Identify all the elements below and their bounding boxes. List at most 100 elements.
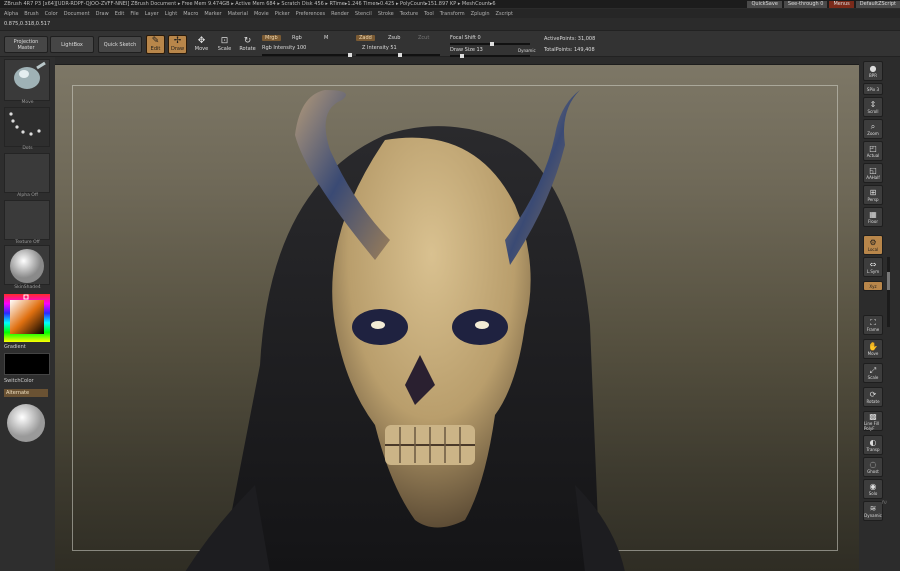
alpha-picker[interactable] — [4, 153, 50, 193]
zadd-toggle[interactable]: Zadd — [356, 34, 375, 42]
scale-view-button[interactable]: ⤢ Scale — [863, 363, 883, 383]
lightbox-button[interactable]: LightBox — [50, 36, 94, 53]
dynamic-toggle[interactable]: Dynamic — [518, 46, 536, 54]
mrgb-toggle[interactable]: Mrgb — [262, 34, 281, 42]
main-color-swatch[interactable] — [4, 353, 50, 375]
scroll-icon: ⇕ — [869, 100, 877, 109]
frame-button[interactable]: ⛶ Frame — [863, 315, 883, 335]
menus-button[interactable]: Menus — [829, 0, 854, 8]
default-zscript-button[interactable]: DefaultZScript — [855, 0, 900, 8]
edit-label: Edit — [150, 46, 161, 52]
menu-zscript[interactable]: Zscript — [496, 11, 513, 17]
total-points: TotalPoints: 149,408 — [544, 47, 595, 53]
draw-size-track[interactable] — [450, 54, 530, 58]
actual-button[interactable]: ◰ Actual — [863, 141, 883, 161]
zsub-toggle[interactable]: Zsub — [388, 34, 400, 42]
rotate-button[interactable]: ↻ Rotate — [238, 35, 257, 54]
draw-size-thumb[interactable] — [460, 54, 464, 58]
menu-picker[interactable]: Picker — [275, 11, 290, 17]
rgb-intensity-track[interactable] — [262, 53, 352, 57]
z-intensity-thumb[interactable] — [398, 53, 402, 57]
bpr-button[interactable]: ● BPR — [863, 61, 883, 81]
gradient-label[interactable]: Gradient — [4, 344, 26, 350]
local-button[interactable]: ⚙ Local — [863, 235, 883, 255]
transp-label: Transp — [866, 447, 880, 452]
quicksave-button[interactable]: QuickSave — [747, 0, 782, 8]
brush-picker[interactable] — [4, 59, 50, 101]
draw-button[interactable]: ✢ Draw — [168, 35, 187, 54]
menu-render[interactable]: Render — [331, 11, 349, 17]
menu-tool[interactable]: Tool — [424, 11, 434, 17]
menu-macro[interactable]: Macro — [183, 11, 198, 17]
menu-transform[interactable]: Transform — [440, 11, 465, 17]
alternate-button[interactable]: Alternate — [4, 389, 48, 397]
menu-movie[interactable]: Movie — [254, 11, 269, 17]
sculpt-model[interactable] — [55, 65, 859, 571]
m-toggle[interactable]: M — [324, 34, 328, 42]
zoom-button[interactable]: ⌕ Zoom — [863, 119, 883, 139]
focal-shift-slider[interactable]: Focal Shift 0 — [450, 34, 481, 42]
menu-color[interactable]: Color — [45, 11, 58, 17]
rotate-view-button[interactable]: ⟳ Rotate — [863, 387, 883, 407]
projection-master-button[interactable]: Projection Master — [4, 36, 48, 53]
material-picker[interactable] — [4, 245, 50, 285]
dynamic-icon: ≋ — [869, 504, 877, 513]
see-through-slider[interactable]: See-through 0 — [783, 0, 828, 8]
dots-stroke-icon — [9, 112, 41, 136]
menu-light[interactable]: Light — [165, 11, 177, 17]
solo-button[interactable]: ◉ Solo — [863, 479, 883, 499]
quick-sketch-button[interactable]: Quick Sketch — [98, 36, 142, 53]
menu-preferences[interactable]: Preferences — [296, 11, 325, 17]
menu-edit[interactable]: Edit — [115, 11, 125, 17]
menu-texture[interactable]: Texture — [400, 11, 418, 17]
stroke-picker[interactable] — [4, 107, 50, 147]
lsym-button[interactable]: ⇔ L.Sym — [863, 257, 883, 277]
menu-document[interactable]: Document — [64, 11, 90, 17]
spix-slider[interactable]: SPix 3 — [863, 83, 883, 95]
menu-marker[interactable]: Marker — [204, 11, 221, 17]
transp-button[interactable]: ◐ Transp — [863, 435, 883, 455]
menu-file[interactable]: File — [130, 11, 138, 17]
right-eye — [475, 321, 489, 329]
texture-picker[interactable] — [4, 200, 50, 240]
focal-shift-track[interactable] — [450, 42, 530, 46]
menu-layer[interactable]: Layer — [145, 11, 159, 17]
move-button[interactable]: ✥ Move — [192, 35, 211, 54]
menu-alpha[interactable]: Alpha — [4, 11, 18, 17]
menu-draw[interactable]: Draw — [96, 11, 109, 17]
scale-label: Scale — [217, 46, 232, 52]
draw-size-slider[interactable]: Draw Size 13 — [450, 46, 483, 54]
ghost-button[interactable]: ◌ Ghost — [863, 457, 883, 477]
menu-stencil[interactable]: Stencil — [355, 11, 372, 17]
scale-button[interactable]: ⊡ Scale — [215, 35, 234, 54]
scroll-button[interactable]: ⇕ Scroll — [863, 97, 883, 117]
persp-icon: ⊞ — [869, 188, 877, 197]
xyz-button[interactable]: Xyz — [863, 281, 883, 291]
menu-stroke[interactable]: Stroke — [378, 11, 394, 17]
right-shelf-scrollbar[interactable] — [887, 257, 890, 327]
rgb-toggle[interactable]: Rgb — [292, 34, 302, 42]
rgb-intensity-thumb[interactable] — [348, 53, 352, 57]
zcut-toggle[interactable]: Zcut — [418, 34, 429, 42]
edit-button[interactable]: ✎ Edit — [146, 35, 165, 54]
move-view-button[interactable]: ✋ Move — [863, 339, 883, 359]
bpr-icon: ● — [869, 64, 877, 73]
switchcolor-button[interactable]: SwitchColor — [4, 378, 34, 384]
floor-button[interactable]: ▦ Floor — [863, 207, 883, 227]
focal-shift-thumb[interactable] — [490, 42, 494, 46]
secondary-material-preview[interactable] — [4, 402, 50, 444]
scale-icon: ⊡ — [220, 36, 229, 46]
menu-zplugin[interactable]: Zplugin — [471, 11, 490, 17]
aahalf-button[interactable]: ◱ AAHalf — [863, 163, 883, 183]
menu-material[interactable]: Material — [228, 11, 248, 17]
rgb-intensity-slider[interactable]: Rgb Intensity 100 — [262, 44, 306, 52]
polyf-button[interactable]: ▩ Line Fill PolyF — [863, 411, 883, 431]
color-picker[interactable] — [4, 294, 50, 342]
z-intensity-slider[interactable]: Z Intensity 51 — [362, 44, 397, 52]
document-canvas[interactable] — [55, 64, 859, 571]
z-intensity-track[interactable] — [356, 53, 440, 57]
persp-button[interactable]: ⊞ Persp — [863, 185, 883, 205]
right-shelf-scroll-thumb[interactable] — [887, 272, 890, 290]
edit-icon: ✎ — [151, 36, 160, 46]
menu-brush[interactable]: Brush — [24, 11, 38, 17]
